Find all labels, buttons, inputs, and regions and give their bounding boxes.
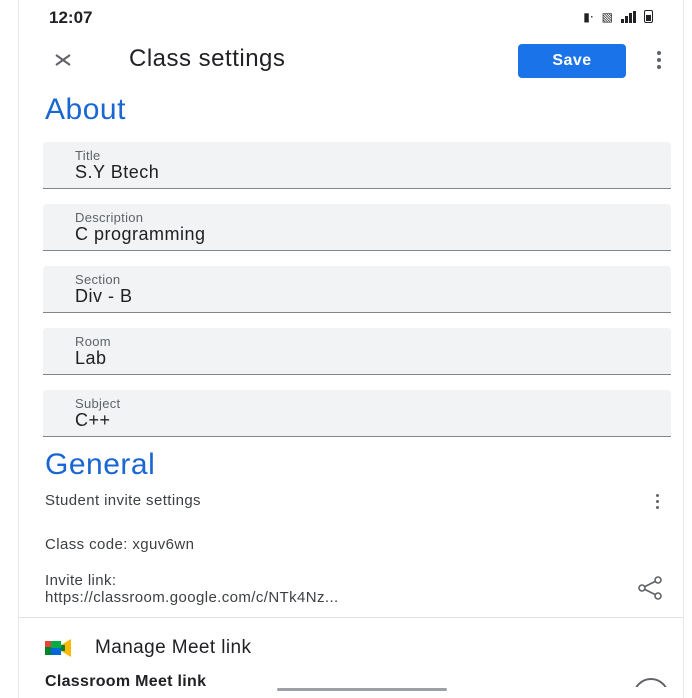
share-invite-link-button[interactable] bbox=[637, 576, 663, 600]
student-invite-settings-label: Student invite settings bbox=[45, 492, 201, 509]
class-code[interactable]: Class code: xguv6wn bbox=[45, 536, 194, 553]
subject-field-label: Subject bbox=[75, 396, 121, 411]
close-icon bbox=[55, 54, 71, 66]
invite-link[interactable]: Invite link: https://classroom.google.co… bbox=[45, 572, 605, 606]
subject-field-value: C++ bbox=[75, 410, 111, 430]
more-options-button[interactable] bbox=[649, 46, 669, 74]
status-time: 12:07 bbox=[49, 8, 93, 27]
phone-frame: 12:07 ▮⋅ ▧ Class settings Save About Tit… bbox=[18, 0, 684, 698]
signal-icon bbox=[621, 10, 636, 23]
about-heading: About bbox=[45, 93, 126, 126]
more-vert-icon bbox=[655, 493, 659, 497]
vibrate-icon: ▮⋅ bbox=[583, 9, 594, 24]
status-icons: ▮⋅ ▧ bbox=[583, 10, 653, 23]
classroom-meet-link-label: Classroom Meet link bbox=[45, 673, 207, 690]
invite-link-value: https://classroom.google.com/c/NTk4Nz... bbox=[45, 589, 339, 606]
room-field[interactable]: Room Lab bbox=[43, 328, 671, 375]
status-bar: 12:07 ▮⋅ ▧ bbox=[19, 0, 683, 34]
meet-link-toggle[interactable] bbox=[633, 678, 669, 687]
title-field-value: S.Y Btech bbox=[75, 162, 160, 182]
app-bar: Class settings Save bbox=[19, 36, 683, 84]
google-meet-icon bbox=[45, 639, 71, 657]
invite-link-label: Invite link: bbox=[45, 572, 117, 589]
title-field-label: Title bbox=[75, 148, 101, 163]
section-field-value: Div - B bbox=[75, 286, 133, 306]
home-indicator[interactable] bbox=[277, 688, 447, 691]
page-title: Class settings bbox=[129, 45, 286, 72]
manage-meet-link-label: Manage Meet link bbox=[95, 637, 252, 658]
divider bbox=[19, 617, 683, 618]
save-button[interactable]: Save bbox=[518, 44, 626, 78]
close-button[interactable] bbox=[47, 44, 79, 76]
screen: 12:07 ▮⋅ ▧ Class settings Save About Tit… bbox=[0, 0, 692, 698]
section-field-label: Section bbox=[75, 272, 121, 287]
battery-icon bbox=[644, 10, 653, 23]
general-heading: General bbox=[45, 448, 156, 481]
more-vert-icon bbox=[657, 51, 661, 55]
network-icon: ▧ bbox=[601, 9, 613, 24]
manage-meet-link-row[interactable]: Manage Meet link bbox=[45, 636, 251, 660]
subject-field[interactable]: Subject C++ bbox=[43, 390, 671, 437]
student-invite-more-button[interactable] bbox=[651, 490, 663, 512]
section-field[interactable]: Section Div - B bbox=[43, 266, 671, 313]
title-field[interactable]: Title S.Y Btech bbox=[43, 142, 671, 189]
description-field-value: C programming bbox=[75, 224, 206, 244]
room-field-label: Room bbox=[75, 334, 111, 349]
description-field[interactable]: Description C programming bbox=[43, 204, 671, 251]
share-icon bbox=[638, 576, 662, 600]
description-field-label: Description bbox=[75, 210, 144, 225]
room-field-value: Lab bbox=[75, 348, 107, 368]
